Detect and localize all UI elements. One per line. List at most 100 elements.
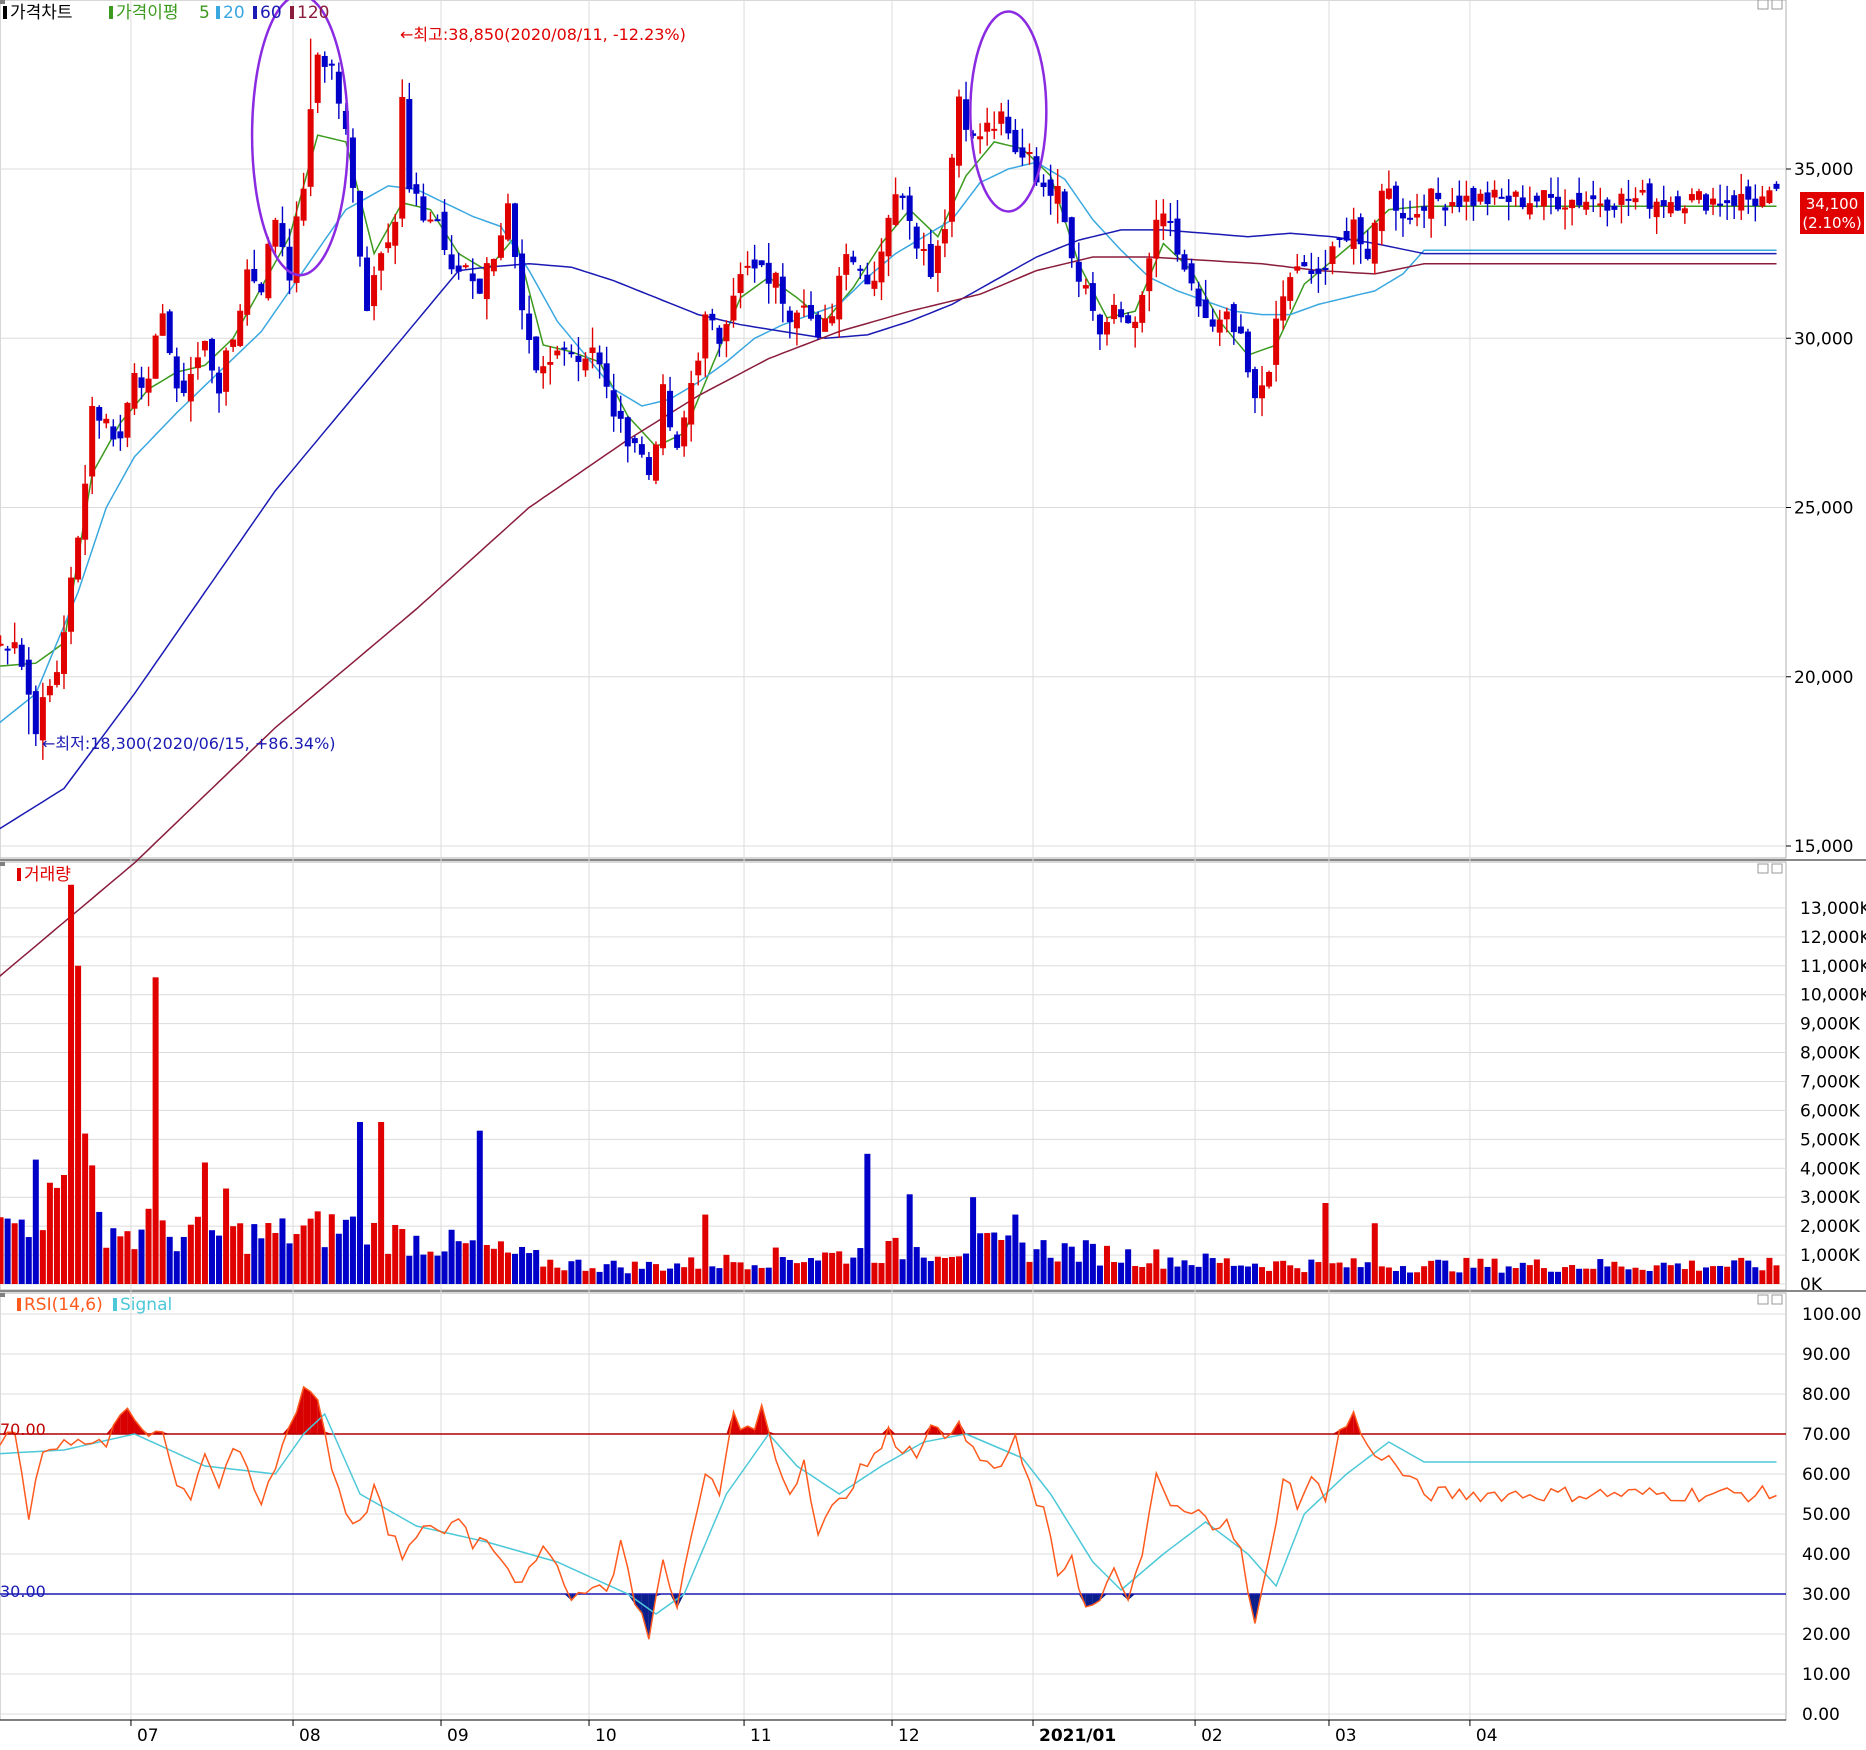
volume-bar bbox=[1548, 1272, 1554, 1284]
candle-body bbox=[89, 406, 95, 477]
volume-bar bbox=[1315, 1262, 1321, 1284]
volume-bar bbox=[766, 1268, 772, 1284]
volume-bar bbox=[1738, 1258, 1744, 1284]
volume-bar bbox=[526, 1253, 532, 1284]
candle-body bbox=[878, 252, 884, 283]
volume-bar bbox=[1710, 1266, 1716, 1284]
legend-swatch-signal bbox=[113, 1298, 117, 1311]
panel-grip-icon[interactable] bbox=[0, 0, 5, 4]
candle-body bbox=[1351, 219, 1357, 248]
volume-bar bbox=[279, 1218, 285, 1284]
volume-bar bbox=[153, 977, 159, 1284]
candle-body bbox=[75, 538, 81, 580]
volume-bar bbox=[470, 1240, 476, 1284]
volume-bar bbox=[68, 885, 74, 1284]
price-legend: 가격차트 가격이평 5 20 60 120 bbox=[0, 0, 329, 23]
minimize-icon[interactable] bbox=[1758, 864, 1768, 873]
volume-bar bbox=[1358, 1267, 1364, 1284]
candle-body bbox=[1604, 200, 1610, 211]
volume-bar bbox=[871, 1263, 877, 1284]
legend-rsi: RSI(14,6) bbox=[24, 1295, 103, 1315]
candle-body bbox=[265, 244, 271, 298]
volume-bar bbox=[82, 1134, 88, 1284]
volume-bar bbox=[738, 1262, 744, 1284]
candle-body bbox=[1090, 283, 1096, 311]
volume-bar bbox=[935, 1257, 941, 1284]
volume-bar bbox=[907, 1194, 913, 1284]
volume-bar bbox=[1231, 1266, 1237, 1284]
volume-bar bbox=[378, 1122, 384, 1284]
candle-body bbox=[1062, 191, 1068, 222]
close-icon[interactable] bbox=[1772, 864, 1782, 873]
candle-body bbox=[1654, 202, 1660, 217]
volume-bar bbox=[1773, 1265, 1779, 1284]
candle-body bbox=[1153, 220, 1159, 259]
volume-bar bbox=[96, 1212, 102, 1284]
candle-body bbox=[1266, 372, 1272, 387]
volume-bar bbox=[653, 1264, 659, 1284]
volume-bar bbox=[801, 1262, 807, 1284]
candle-body bbox=[766, 263, 772, 284]
volume-bar bbox=[1534, 1259, 1540, 1284]
candle-body bbox=[110, 426, 116, 439]
candle-body bbox=[1386, 189, 1392, 199]
volume-bar bbox=[385, 1254, 391, 1284]
volume-bar bbox=[998, 1240, 1004, 1284]
minimize-icon[interactable] bbox=[1758, 0, 1768, 9]
volume-tick-label: 2,000K bbox=[1800, 1217, 1861, 1237]
candle-body bbox=[1139, 295, 1145, 323]
close-icon[interactable] bbox=[1772, 1295, 1782, 1304]
minimize-icon[interactable] bbox=[1758, 1295, 1768, 1304]
candle-body bbox=[315, 55, 321, 103]
candle-body bbox=[808, 305, 814, 319]
volume-bar bbox=[308, 1219, 314, 1284]
candle-body bbox=[237, 311, 243, 346]
candle-body bbox=[1647, 183, 1653, 208]
candle-body bbox=[935, 246, 941, 273]
candle-body bbox=[0, 644, 4, 646]
volume-bar bbox=[110, 1228, 116, 1284]
candle-body bbox=[308, 109, 314, 187]
panel-grip-icon[interactable] bbox=[0, 862, 5, 866]
candle-body bbox=[491, 259, 497, 271]
candle-body bbox=[1315, 269, 1321, 274]
candle-body bbox=[660, 384, 666, 448]
candle-body bbox=[850, 257, 856, 263]
legend-ma60: 60 bbox=[260, 3, 282, 23]
volume-bar bbox=[949, 1257, 955, 1284]
volume-bar bbox=[1625, 1269, 1631, 1284]
legend-swatch-ma120 bbox=[290, 6, 294, 19]
volume-tick-label: 3,000K bbox=[1800, 1188, 1861, 1208]
candle-body bbox=[1273, 319, 1279, 365]
volume-bar bbox=[1421, 1266, 1427, 1284]
rsi-panel-frame bbox=[0, 1293, 1786, 1720]
candle-body bbox=[1492, 190, 1498, 198]
candle-body bbox=[787, 311, 793, 323]
volume-bar bbox=[26, 1237, 32, 1284]
candle-body bbox=[1724, 200, 1730, 203]
candle-body bbox=[1322, 268, 1328, 270]
candle-body bbox=[160, 313, 166, 335]
candle-body bbox=[1203, 300, 1209, 318]
panel-grip-icon[interactable] bbox=[0, 1293, 5, 1297]
volume-bar bbox=[914, 1247, 920, 1284]
volume-bar bbox=[1463, 1258, 1469, 1284]
volume-bar bbox=[1583, 1269, 1589, 1284]
volume-bar bbox=[1041, 1240, 1047, 1284]
candle-body bbox=[272, 220, 278, 247]
volume-bar bbox=[695, 1269, 701, 1284]
candle-body bbox=[639, 444, 645, 455]
close-icon[interactable] bbox=[1772, 0, 1782, 9]
volume-bar bbox=[54, 1188, 60, 1284]
volume-bar bbox=[575, 1260, 581, 1284]
volume-bar bbox=[322, 1247, 328, 1284]
date-tick-label: 12 bbox=[898, 1726, 920, 1746]
candle-body bbox=[1238, 327, 1244, 334]
rsi-tick-label: 40.00 bbox=[1802, 1545, 1851, 1565]
volume-bar bbox=[1174, 1267, 1180, 1284]
volume-bar bbox=[1259, 1267, 1265, 1284]
volume-bar bbox=[1611, 1262, 1617, 1284]
volume-bar bbox=[759, 1268, 765, 1284]
candle-body bbox=[117, 431, 123, 438]
candle-body bbox=[667, 391, 673, 427]
